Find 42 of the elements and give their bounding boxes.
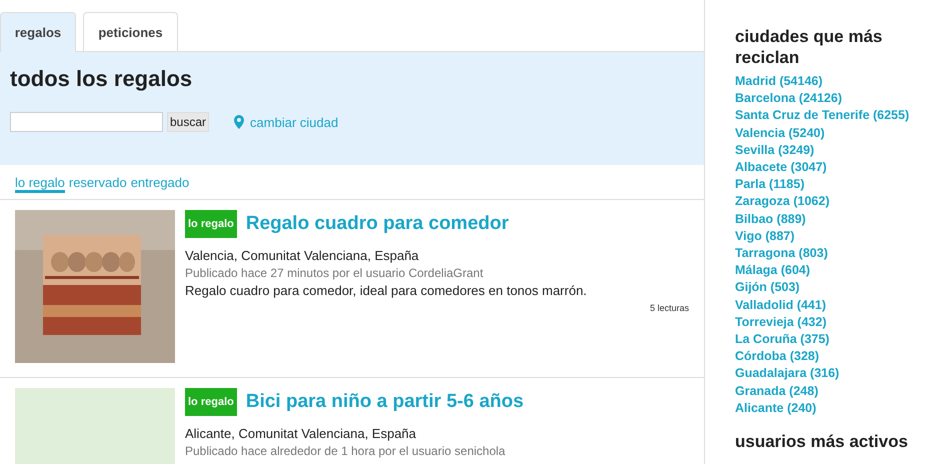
search-field[interactable] bbox=[10, 112, 163, 132]
city-link[interactable]: Gijón (503) bbox=[735, 279, 945, 297]
item-meta: Publicado hace 27 minutos por el usuario CordeliaGrant bbox=[185, 266, 484, 280]
change-city-link[interactable]: cambiar ciudad bbox=[250, 114, 338, 130]
city-link[interactable]: Granada (248) bbox=[735, 382, 945, 400]
city-link[interactable]: Madrid (54146) bbox=[735, 73, 945, 90]
status-badge: lo regalo bbox=[185, 210, 237, 238]
city-link[interactable]: Zaragoza (1062) bbox=[735, 193, 945, 211]
filter-link[interactable]: reservado bbox=[68, 174, 127, 190]
city-link[interactable]: Valencia (5240) bbox=[735, 124, 945, 142]
sidebar-heading: usuarios más activos bbox=[735, 431, 909, 452]
item-description: Regalo cuadro para comedor, ideal para comedores en tonos marrón. bbox=[185, 283, 588, 298]
read-count: 5 lecturas bbox=[648, 303, 689, 313]
city-link[interactable]: Albacete (3047) bbox=[735, 159, 945, 176]
city-link[interactable]: Vigo (887) bbox=[735, 228, 945, 246]
city-link[interactable]: Bilbao (889) bbox=[735, 210, 945, 228]
location-pin-icon bbox=[234, 115, 244, 129]
city-link[interactable]: Córdoba (328) bbox=[735, 348, 945, 366]
page-title: todos los regalos bbox=[10, 65, 194, 92]
item-title-link[interactable]: Regalo cuadro para comedor bbox=[246, 213, 509, 235]
item-location: Valencia, Comunitat Valenciana, España bbox=[185, 248, 420, 263]
city-link[interactable]: Parla (1185) bbox=[735, 176, 945, 194]
city-link[interactable]: Santa Cruz de Tenerife (6255) bbox=[735, 107, 945, 125]
city-link[interactable]: Tarragona (803) bbox=[735, 245, 945, 262]
item-title-link[interactable]: Bici para niño a partir 5-6 años bbox=[246, 391, 524, 413]
city-link[interactable]: Torrevieja (432) bbox=[735, 314, 945, 332]
item-location: Alicante, Comunitat Valenciana, España bbox=[185, 426, 418, 441]
sidebar-heading: ciudades que más reciclan bbox=[735, 26, 884, 68]
city-link[interactable]: Barcelona (24126) bbox=[735, 90, 945, 108]
search-button[interactable]: buscar bbox=[167, 112, 210, 132]
item-meta: Publicado hace alrededor de 1 hora por el usuario senichola bbox=[185, 444, 506, 458]
city-link[interactable]: Alicante (240) bbox=[735, 400, 945, 418]
city-link[interactable]: Valladolid (441) bbox=[735, 296, 945, 314]
status-badge: lo regalo bbox=[185, 388, 237, 416]
filter-link[interactable]: entregado bbox=[130, 174, 190, 190]
filter-link[interactable]: lo regalo bbox=[15, 172, 65, 192]
tab[interactable]: peticiones bbox=[83, 12, 178, 51]
city-link[interactable]: La Coruña (375) bbox=[735, 331, 945, 348]
city-link[interactable]: Sevilla (3249) bbox=[735, 142, 945, 160]
city-link[interactable]: Málaga (604) bbox=[735, 262, 945, 280]
city-link[interactable]: Guadalajara (316) bbox=[735, 365, 945, 383]
tab[interactable]: regalos bbox=[0, 12, 76, 52]
